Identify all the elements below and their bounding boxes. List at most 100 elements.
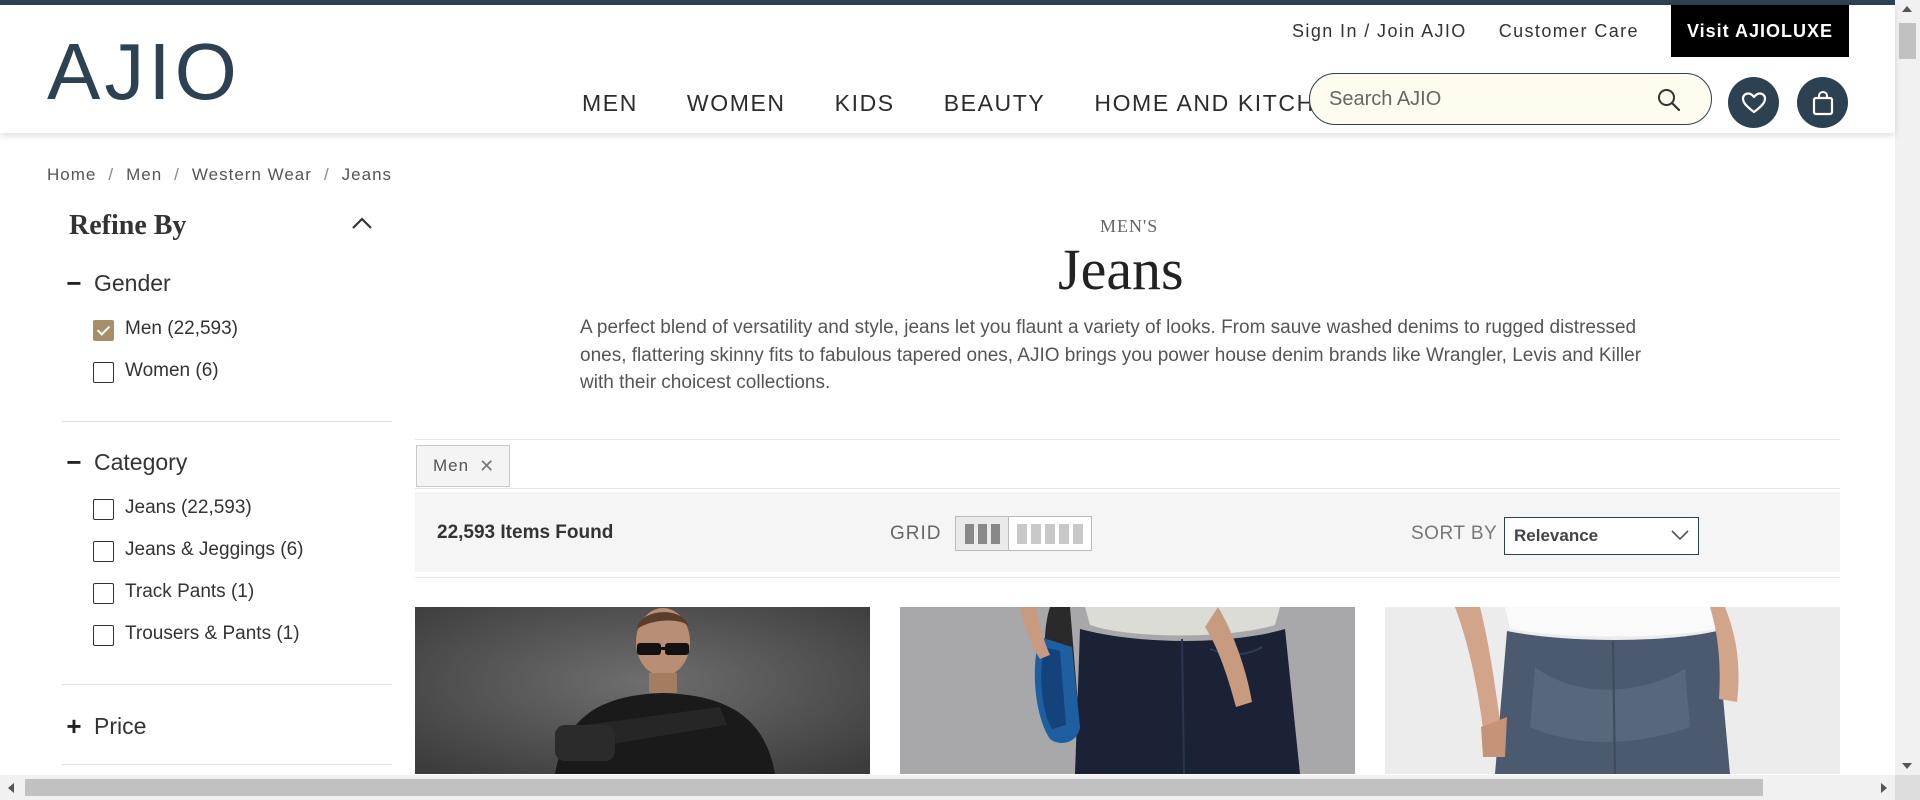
- facet-gender-header[interactable]: − Gender: [62, 268, 171, 299]
- nav-beauty[interactable]: BEAUTY: [944, 90, 1046, 117]
- filter-option-track-pants[interactable]: Track Pants (1): [93, 579, 254, 604]
- refine-by-title: Refine By: [69, 210, 187, 241]
- product-card[interactable]: [900, 607, 1355, 774]
- items-found-count: 22,593 Items Found: [437, 522, 614, 543]
- grid-bar: [1017, 523, 1027, 544]
- grid-bar: [1059, 523, 1069, 544]
- bag-icon: [1812, 90, 1833, 115]
- category-prefix: MEN'S: [1100, 216, 1159, 236]
- chevron-up-icon[interactable]: [351, 215, 373, 231]
- sort-select[interactable]: Relevance: [1504, 517, 1699, 555]
- search-icon[interactable]: [1656, 87, 1682, 113]
- vertical-scrollbar[interactable]: [1895, 0, 1920, 775]
- facet-gender-label: Gender: [94, 270, 171, 296]
- checkbox[interactable]: [93, 583, 114, 604]
- category-description: A perfect blend of versatility and style…: [580, 317, 1642, 393]
- sort-by-label: SORT BY: [1411, 523, 1498, 544]
- grid-3-button[interactable]: [956, 517, 1009, 550]
- active-filter-chip[interactable]: Men ✕: [416, 445, 511, 487]
- facet-category-label: Category: [94, 449, 188, 475]
- search-box: [1309, 73, 1712, 125]
- scroll-down-icon[interactable]: [1902, 763, 1912, 769]
- cart-button[interactable]: [1797, 77, 1848, 128]
- breadcrumb-separator: /: [174, 165, 180, 184]
- main-nav: MEN WOMEN KIDS BEAUTY HOME AND KITCHEN: [582, 90, 1399, 117]
- breadcrumb-home[interactable]: Home: [47, 165, 96, 185]
- close-icon[interactable]: ✕: [479, 456, 495, 477]
- breadcrumb-separator: /: [323, 165, 330, 184]
- section-divider: [415, 577, 1840, 578]
- facet-divider: [62, 764, 392, 765]
- breadcrumb: Home / Men / Western Wear / Jeans: [47, 165, 392, 185]
- grid-bar: [964, 523, 974, 544]
- scroll-left-icon[interactable]: [8, 783, 14, 793]
- checkbox[interactable]: [93, 625, 114, 646]
- sort-selected-value: Relevance: [1514, 526, 1599, 545]
- filter-option-label: Women (6): [125, 359, 219, 381]
- breadcrumb-separator: /: [108, 165, 115, 184]
- active-filter-label: Men: [433, 456, 470, 475]
- logo-text: AJIO: [47, 35, 241, 103]
- grid-bar: [1045, 523, 1055, 544]
- filter-option-men[interactable]: Men (22,593): [93, 316, 238, 341]
- scroll-up-icon[interactable]: [1902, 6, 1912, 12]
- filter-option-trousers-pants[interactable]: Trousers & Pants (1): [93, 621, 300, 646]
- filter-option-label: Jeans (22,593): [125, 496, 252, 518]
- scroll-right-icon[interactable]: [1881, 783, 1887, 793]
- results-toolbar: 22,593 Items Found GRID SORT BY Relevanc…: [415, 492, 1840, 572]
- facet-price-header[interactable]: + Price: [62, 711, 146, 742]
- chevron-down-icon: [1671, 530, 1689, 541]
- breadcrumb-men[interactable]: Men: [126, 165, 162, 185]
- filter-option-label: Track Pants (1): [125, 580, 255, 602]
- customer-care-link[interactable]: Customer Care: [1499, 21, 1639, 42]
- product-image: [415, 607, 870, 774]
- grid-bar: [1031, 523, 1041, 544]
- visit-ajioluxe-button[interactable]: Visit AJIOLUXE: [1670, 5, 1849, 57]
- section-divider: [415, 488, 1840, 489]
- nav-women[interactable]: WOMEN: [687, 90, 786, 117]
- filter-option-label: Jeans & Jeggings (6): [125, 538, 304, 560]
- breadcrumb-western-wear[interactable]: Western Wear: [192, 165, 312, 185]
- sign-in-link[interactable]: Sign In / Join AJIO: [1292, 21, 1467, 42]
- wishlist-button[interactable]: [1728, 77, 1779, 128]
- checkbox[interactable]: [93, 541, 114, 562]
- filter-option-women[interactable]: Women (6): [93, 358, 219, 383]
- filter-option-label: Trousers & Pants (1): [125, 622, 300, 644]
- horizontal-scroll-thumb[interactable]: [25, 779, 1763, 796]
- grid-toggle: [955, 516, 1092, 551]
- scrollbar-corner: [1895, 775, 1920, 800]
- grid-bar: [990, 523, 1000, 544]
- nav-kids[interactable]: KIDS: [835, 90, 895, 117]
- checkbox-checked[interactable]: [93, 320, 114, 341]
- collapse-icon: −: [66, 447, 82, 477]
- product-image: [1385, 607, 1840, 774]
- section-divider: [415, 439, 1840, 440]
- site-header: AJIO Sign In / Join AJIO Customer Care V…: [0, 5, 1895, 133]
- horizontal-scrollbar[interactable]: [0, 775, 1895, 800]
- heart-icon: [1741, 91, 1766, 113]
- checkbox[interactable]: [93, 499, 114, 520]
- facet-divider: [62, 684, 392, 685]
- checkbox[interactable]: [93, 362, 114, 383]
- product-image: [900, 607, 1355, 774]
- facet-divider: [62, 421, 392, 422]
- expand-icon: +: [66, 711, 82, 741]
- product-card[interactable]: [415, 607, 870, 774]
- vertical-scroll-thumb[interactable]: [1899, 23, 1916, 59]
- facet-category-header[interactable]: − Category: [62, 447, 187, 478]
- page-title: Jeans: [1058, 237, 1184, 302]
- product-grid: [415, 607, 1840, 774]
- grid-label: GRID: [890, 523, 942, 544]
- grid-bar: [977, 523, 987, 544]
- product-card[interactable]: [1385, 607, 1840, 774]
- ajio-logo[interactable]: AJIO: [47, 35, 245, 103]
- search-input[interactable]: [1329, 87, 1649, 111]
- filter-option-label: Men (22,593): [125, 317, 239, 339]
- facet-price-label: Price: [94, 713, 147, 739]
- nav-men[interactable]: MEN: [582, 90, 638, 117]
- filter-option-jeans-jeggings[interactable]: Jeans & Jeggings (6): [93, 537, 304, 562]
- filter-option-jeans[interactable]: Jeans (22,593): [93, 495, 252, 520]
- grid-bar: [1073, 523, 1083, 544]
- collapse-icon: −: [66, 268, 82, 298]
- grid-5-button[interactable]: [1009, 517, 1091, 550]
